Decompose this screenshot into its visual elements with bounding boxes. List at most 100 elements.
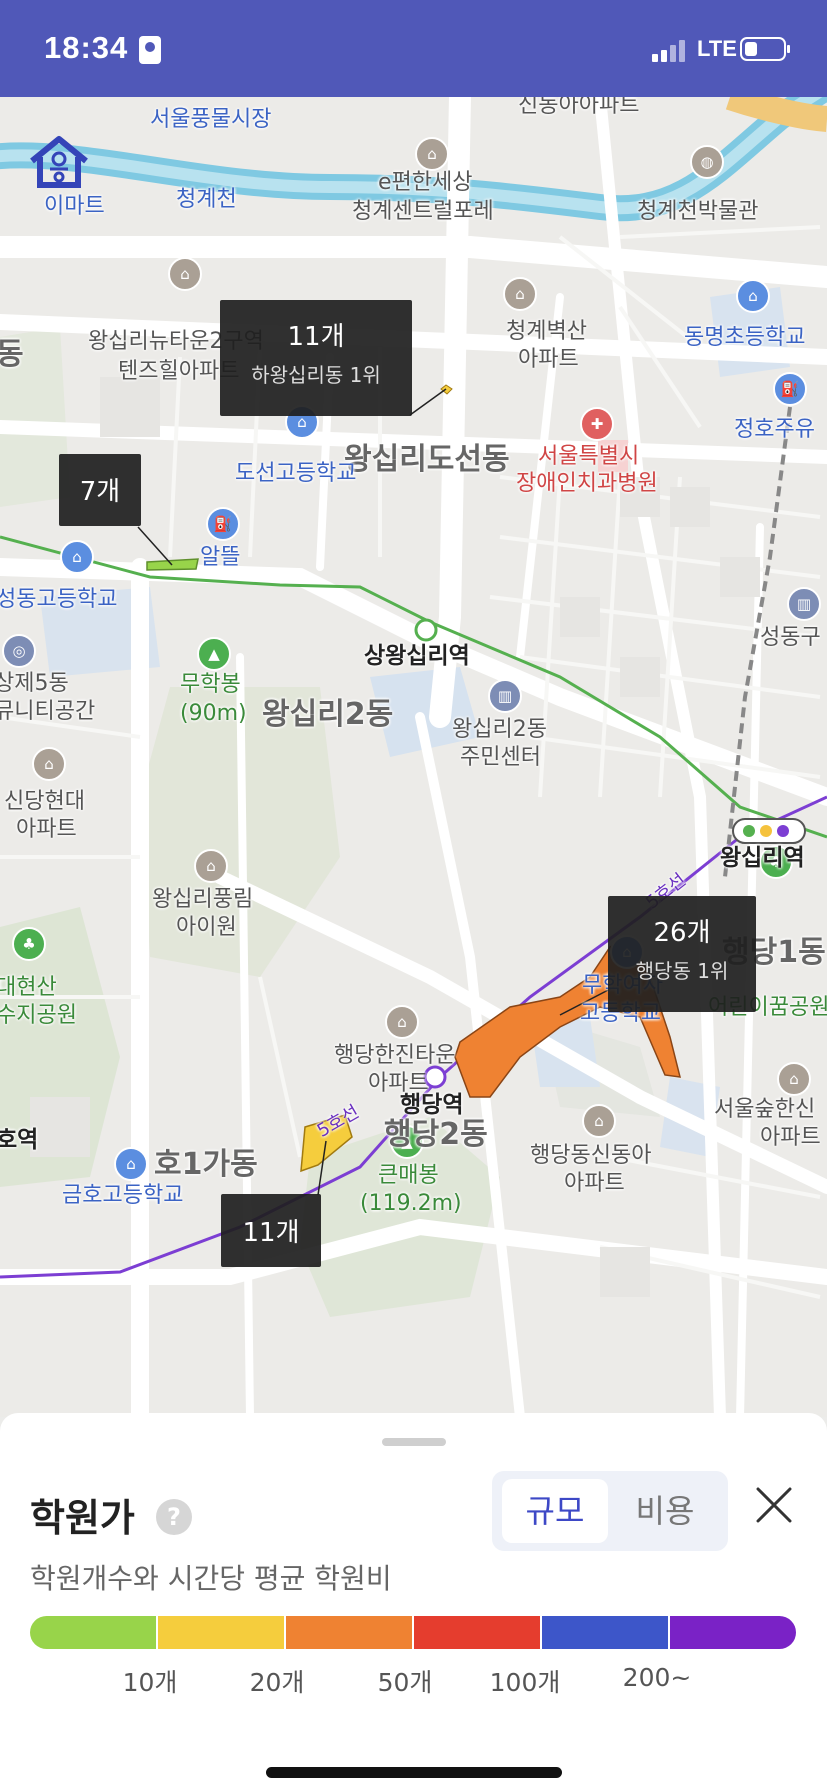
bag-icon: ◍ — [690, 145, 724, 179]
map-label: 수지공원 — [0, 1003, 77, 1028]
government-icon: ▥ — [787, 587, 821, 621]
scale-label: 50개 — [377, 1668, 433, 1697]
tree-icon: ♣ — [12, 927, 46, 961]
toggle-size-option[interactable]: 규모 — [502, 1479, 608, 1543]
signal-icon — [652, 38, 688, 62]
school-icon: ⌂ — [60, 540, 94, 574]
bottom-sheet[interactable]: 학원가 ? 학원개수와 시간당 평균 학원비 규모 비용 10개 20개 50개… — [0, 1413, 827, 1791]
help-icon[interactable]: ? — [156, 1499, 192, 1535]
map-label: 호1가동 — [154, 1147, 258, 1182]
toggle-cost-option[interactable]: 비용 — [612, 1479, 718, 1543]
map-label: 상제5동 — [0, 671, 69, 696]
map-label: 주민센터 — [460, 745, 541, 770]
map-label: 행당2동 — [384, 1117, 488, 1152]
map-label: 성동고등학교 — [0, 587, 118, 612]
map-label: 왕십리2동 — [262, 697, 394, 732]
map-base — [0, 97, 827, 1417]
building-icon: ⌂ — [777, 1062, 811, 1096]
academy-count: 11개 — [242, 1218, 300, 1248]
map-label: 서울특별시 — [538, 444, 640, 469]
academy-count: 26개 — [653, 918, 711, 948]
map-label: e편한세상 — [378, 170, 473, 195]
map-label: 청계천박물관 — [637, 199, 759, 224]
map-label: 아파트 — [760, 1125, 821, 1150]
map-label: 성동구 — [760, 625, 821, 650]
home-indicator — [266, 1767, 562, 1778]
academy-count: 11개 — [287, 322, 345, 352]
scale-segment-4 — [414, 1616, 542, 1649]
map-label: 도선고등학교 — [235, 461, 357, 486]
map-label: 뮤니티공간 — [0, 699, 96, 724]
map-label: (119.2m) — [360, 1191, 462, 1216]
academy-callout[interactable]: 26개 행당동 1위 — [608, 896, 756, 1012]
close-icon[interactable] — [752, 1483, 796, 1527]
map-label: 금호고등학교 — [62, 1183, 184, 1208]
scale-label: 100개 — [489, 1668, 561, 1697]
map-label: 정호주유 — [734, 417, 815, 442]
academy-count: 7개 — [79, 477, 121, 507]
scale-label: 10개 — [122, 1668, 178, 1697]
map-label: 알뜰 — [200, 545, 241, 570]
map-label: (90m) — [180, 701, 247, 726]
map-label: 왕십리도선동 — [344, 442, 510, 477]
map-label: 청계벽산 — [506, 319, 587, 344]
home-logo-button[interactable] — [28, 133, 90, 191]
map-label: 아파트 — [368, 1071, 429, 1096]
status-time: 18:34 — [44, 30, 129, 65]
school-icon: ⌂ — [114, 1147, 148, 1181]
network-type: LTE — [697, 36, 737, 61]
map-label: 아파트 — [518, 347, 579, 372]
map-label: 무학봉 — [180, 672, 241, 697]
panel-title: 학원가 — [30, 1496, 135, 1540]
scale-segment-5 — [542, 1616, 670, 1649]
building-icon: ⌂ — [32, 747, 66, 781]
map-label: 아이원 — [176, 915, 237, 940]
academy-rank: 하왕십리동 1위 — [251, 363, 381, 387]
school-icon: ⌂ — [736, 279, 770, 313]
map-label: 청계센트럴포레 — [352, 199, 494, 224]
map-label: 행당동신동아 — [530, 1143, 652, 1168]
panel-subtitle: 학원개수와 시간당 평균 학원비 — [30, 1562, 392, 1595]
academy-callout[interactable]: 11개 — [221, 1194, 321, 1267]
gas-station-icon: ⛽ — [773, 372, 807, 406]
map-label: 청계천 — [176, 187, 237, 212]
academy-callout[interactable]: 7개 — [59, 454, 141, 526]
building-icon: ⌂ — [385, 1005, 419, 1039]
map-label: 왕십리풍림 — [152, 887, 254, 912]
view-toggle[interactable]: 규모 비용 — [492, 1471, 728, 1551]
map-label: 신동아아파트 — [518, 97, 640, 118]
target-icon: ◎ — [2, 634, 36, 668]
map-label: 큰매봉 — [378, 1163, 439, 1188]
profile-badge-icon — [139, 36, 161, 64]
building-icon: ⌂ — [194, 849, 228, 883]
sheet-drag-handle[interactable] — [382, 1438, 446, 1446]
building-icon: ⌂ — [582, 1104, 616, 1138]
map-label: 장애인치과병원 — [516, 471, 658, 496]
building-icon: ⌂ — [503, 277, 537, 311]
gas-station-icon: ⛽ — [206, 507, 240, 541]
status-bar: 18:34 LTE — [0, 0, 827, 97]
academy-callout[interactable]: 11개 하왕십리동 1위 — [220, 300, 412, 416]
station-label: 호역 — [0, 1127, 39, 1153]
map-label: 서울풍물시장 — [150, 107, 272, 132]
map-label: 왕십리2동 — [452, 717, 547, 742]
building-icon: ⌂ — [168, 257, 202, 291]
map-label: 아파트 — [564, 1171, 625, 1196]
scale-segment-2 — [158, 1616, 286, 1649]
scale-segment-1 — [30, 1616, 158, 1649]
map-label: 신당현대 — [4, 789, 85, 814]
academy-rank: 행당동 1위 — [635, 959, 729, 983]
hospital-icon: ✚ — [580, 407, 614, 441]
government-icon: ▥ — [488, 679, 522, 713]
building-icon: ⌂ — [415, 137, 449, 171]
map-label: 행당한진타운 — [334, 1043, 456, 1068]
map-view[interactable]: ⌂ ◍ ⌂ ⌂ ⌂ ⛽ ⌂ ✚ ⛽ ⌂ ▥ ▲ ◎ ▥ ⌂ ♣ ⌂ ♣ ⌂ ⌂ … — [0, 97, 827, 1417]
station-label: 왕십리역 — [720, 845, 805, 871]
mountain-icon: ▲ — [197, 637, 231, 671]
map-label: 대현산 — [0, 975, 57, 1000]
station-label: 상왕십리역 — [364, 643, 470, 669]
map-label: 서울숲한신 — [714, 1097, 816, 1122]
scale-segment-3 — [286, 1616, 414, 1649]
scale-label: 20개 — [249, 1668, 305, 1697]
map-label: 아파트 — [16, 817, 77, 842]
